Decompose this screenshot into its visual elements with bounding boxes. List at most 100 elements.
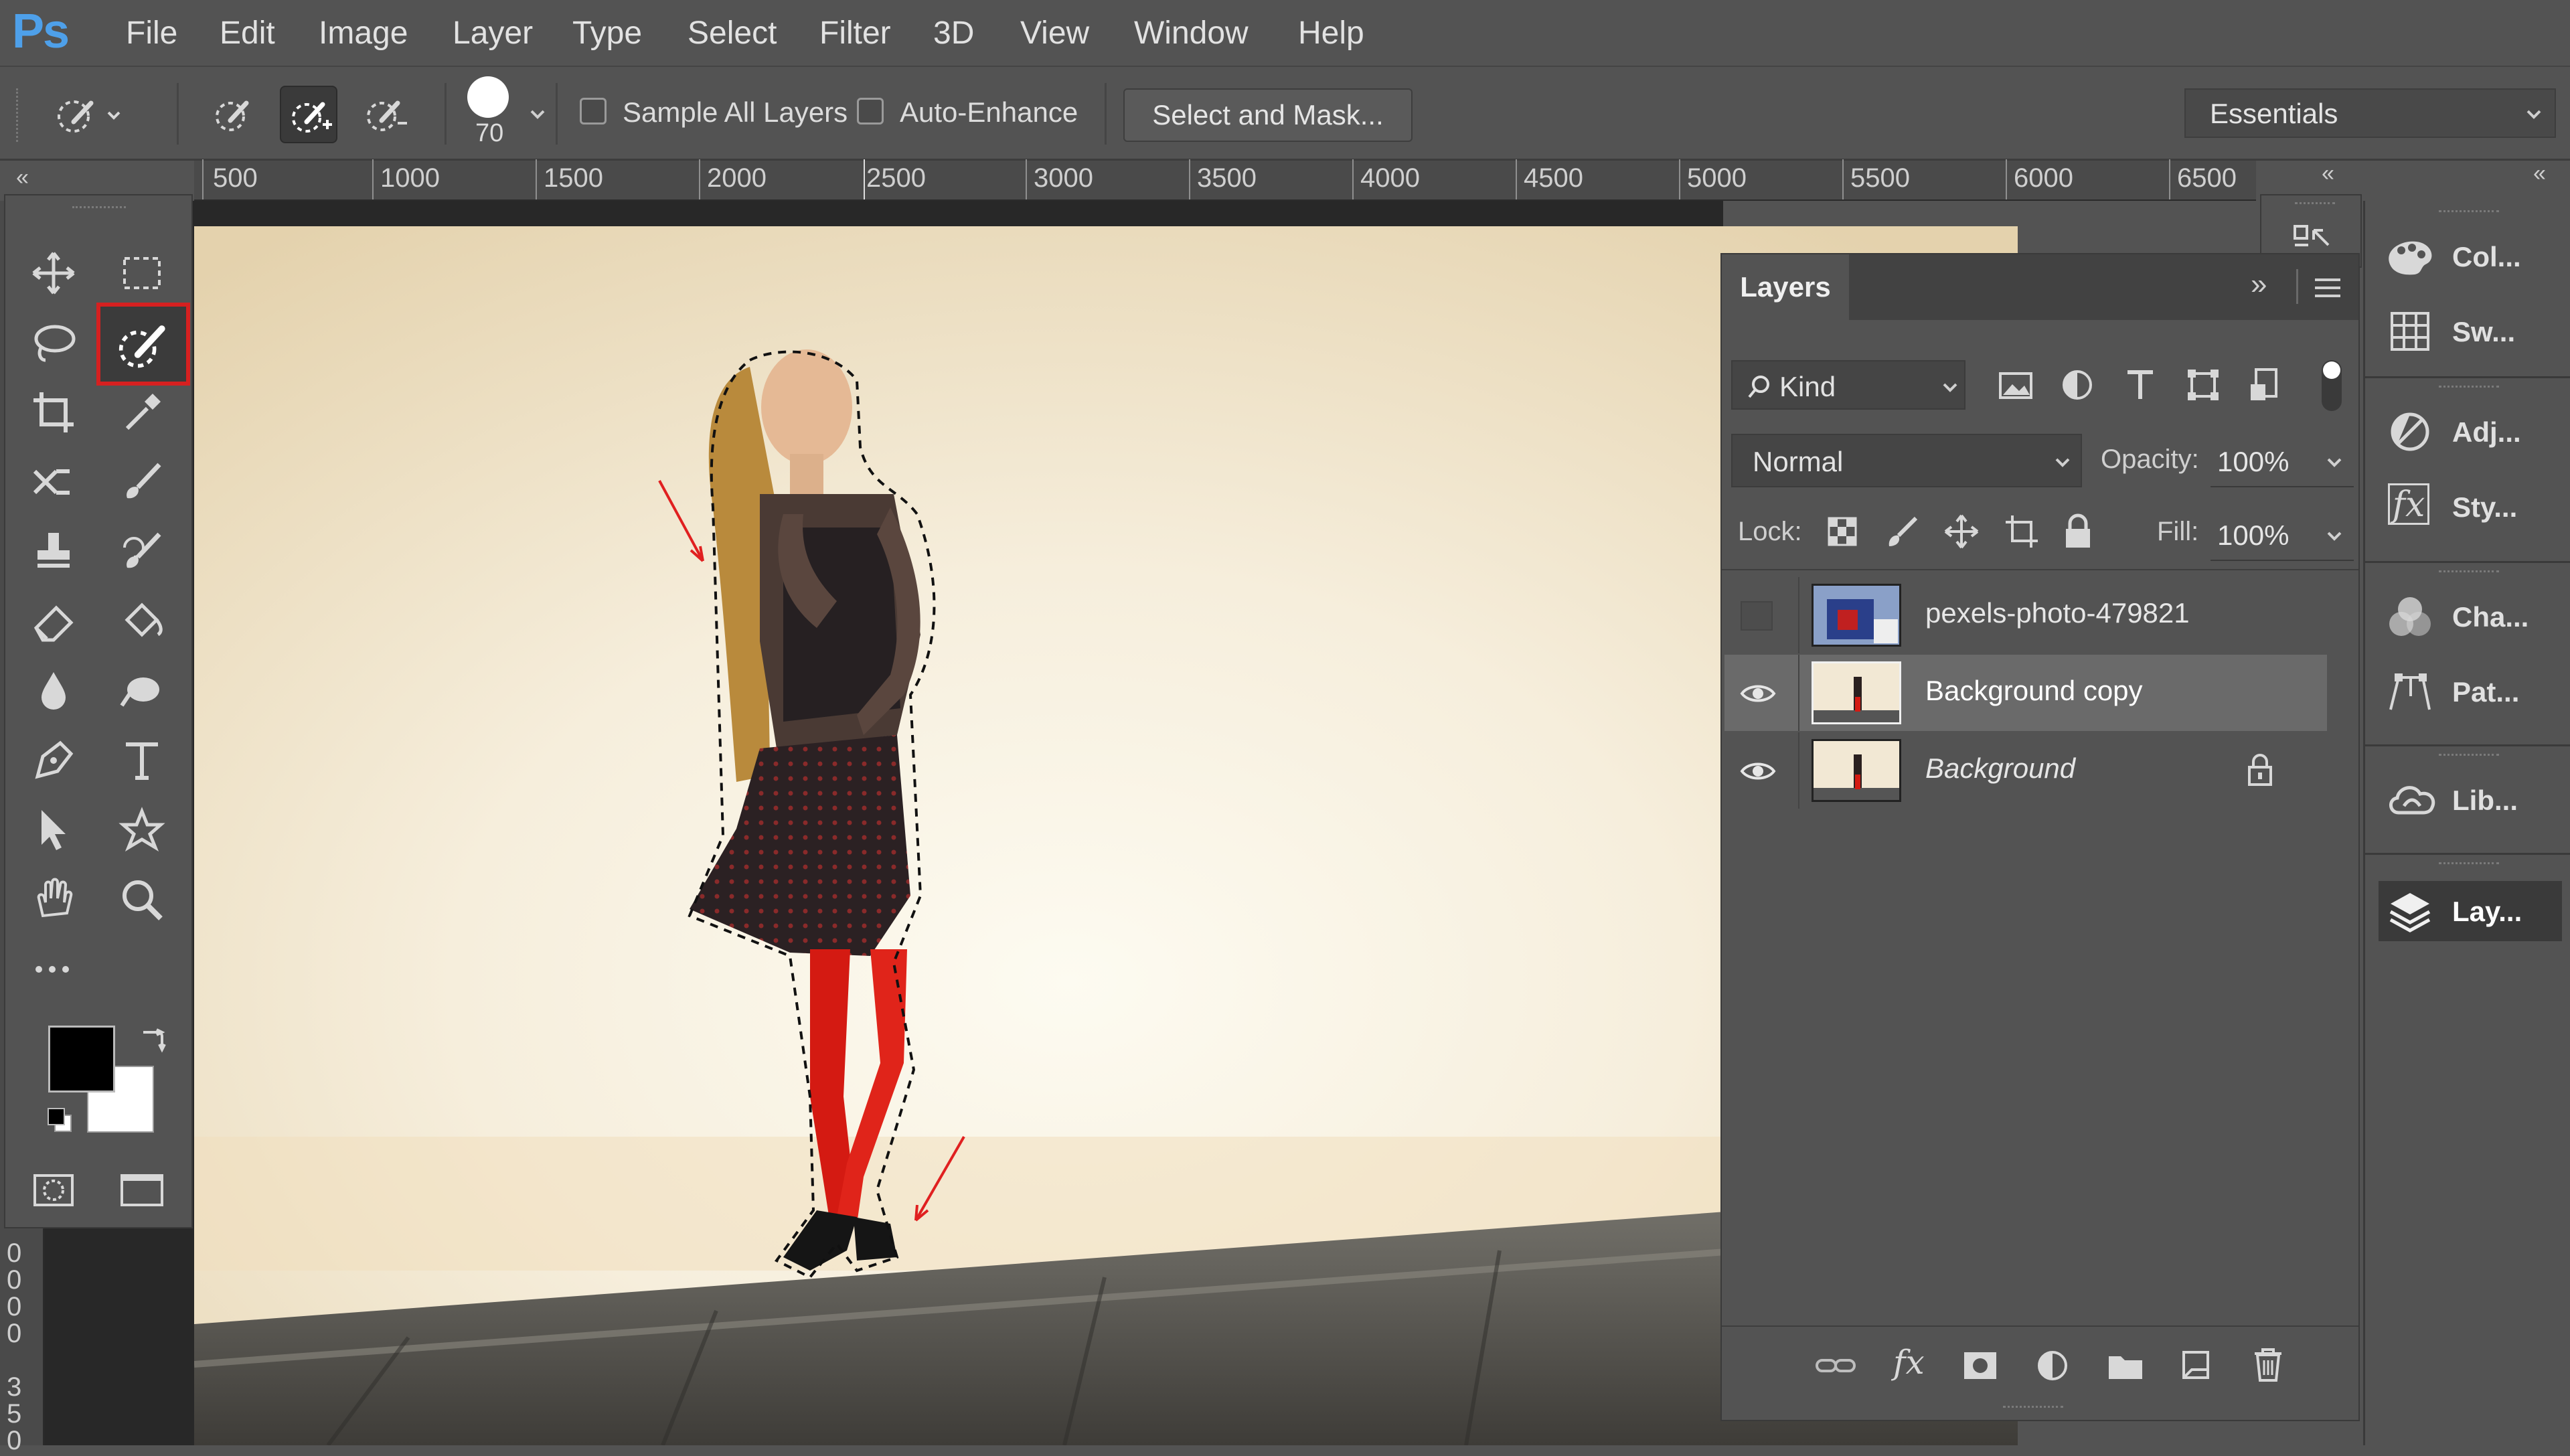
link-layers-icon[interactable] [1814,1352,1857,1379]
new-group-folder-icon[interactable] [2106,1348,2145,1383]
tool-content-aware-move[interactable] [19,451,88,513]
menu-file[interactable]: File [126,15,177,52]
swap-colors-icon[interactable] [137,1024,169,1056]
sample-all-layers-checkbox[interactable] [580,98,607,125]
dock-grip[interactable] [2439,210,2499,213]
tool-custom-shape[interactable] [107,799,177,861]
eye-icon[interactable] [1739,758,1777,785]
collapse-toolbar-icon[interactable]: « [16,165,29,191]
tool-move[interactable] [19,242,88,304]
select-and-mask-button[interactable]: Select and Mask... [1123,88,1413,142]
fill-field[interactable]: 100% [2211,507,2354,561]
tool-edit-toolbar[interactable] [19,939,88,1000]
tool-lasso[interactable] [19,312,88,374]
default-colors-icon[interactable] [46,1106,75,1135]
layer-row-pexels-photo[interactable]: pexels-photo-479821 [1724,577,2327,653]
collapse-dock-icon[interactable]: « [2533,161,2546,187]
opacity-field[interactable]: 100% [2211,434,2354,487]
tool-blur[interactable] [19,660,88,722]
foreground-color-swatch[interactable] [48,1026,115,1093]
tool-path-selection[interactable] [19,799,88,861]
brush-size-picker[interactable]: 70 [462,76,515,157]
filter-kind-dropdown[interactable]: Kind [1731,360,1965,410]
panel-resize-grip[interactable] [2003,1406,2063,1408]
tool-quick-selection[interactable] [96,303,190,386]
blend-mode-dropdown[interactable]: Normal [1731,434,2082,487]
tool-quick-mask[interactable] [19,1159,88,1221]
tool-dodge[interactable] [107,660,177,722]
tool-clone-stamp[interactable] [19,521,88,582]
auto-enhance-checkbox[interactable] [857,98,884,125]
tool-crop[interactable] [19,382,88,443]
filter-type-icon[interactable] [2122,367,2158,403]
options-grip[interactable] [16,88,19,142]
toolbar-grip[interactable] [72,206,126,209]
collapse-panels-icon[interactable]: « [2322,161,2334,187]
menu-layer[interactable]: Layer [453,15,533,52]
panel-styles[interactable]: fx Sty... [2385,477,2566,537]
tool-zoom[interactable] [107,869,177,931]
add-to-selection-button[interactable] [280,86,337,143]
filter-smart-object-icon[interactable] [2248,367,2284,403]
tool-rectangular-marquee[interactable] [107,242,177,304]
dock-grip[interactable] [2439,386,2499,388]
panel-color[interactable]: Col... [2385,226,2566,287]
tool-hand[interactable] [19,869,88,931]
new-selection-button[interactable] [205,86,262,143]
menu-edit[interactable]: Edit [220,15,275,52]
menu-help[interactable]: Help [1298,15,1364,52]
visibility-toggle-off[interactable] [1741,601,1773,631]
dock-grip[interactable] [2439,862,2499,865]
menu-view[interactable]: View [1020,15,1089,52]
horizontal-ruler[interactable]: 500 1000 1500 2000 2500 3000 3500 4000 4… [194,159,2256,201]
subtract-from-selection-button[interactable] [356,86,414,143]
lock-position-icon[interactable] [1943,513,1980,550]
panel-grip[interactable] [2295,202,2335,205]
tool-preset-picker[interactable] [47,86,121,143]
lock-artboard-icon[interactable] [2003,513,2040,550]
tool-pen[interactable] [19,730,88,791]
filter-adjustment-icon[interactable] [2059,367,2095,403]
menu-select[interactable]: Select [688,15,777,52]
new-adjustment-layer-icon[interactable] [2035,1348,2070,1383]
panel-adjustments[interactable]: Adj... [2385,402,2566,462]
menu-image[interactable]: Image [319,15,408,52]
panel-swatches[interactable]: Sw... [2385,301,2566,361]
panel-paths[interactable]: Pat... [2385,661,2566,722]
panel-layers-active[interactable]: Lay... [2379,881,2562,941]
menu-filter[interactable]: Filter [819,15,891,52]
tool-paint-bucket[interactable] [107,590,177,652]
filter-shape-icon[interactable] [2185,367,2221,403]
arrange-icon[interactable] [2291,222,2334,254]
panel-menu-icon[interactable] [2311,274,2344,301]
tool-eraser[interactable] [19,590,88,652]
tool-type[interactable] [107,730,177,791]
workspace-switcher[interactable]: Essentials [2184,88,2556,138]
dock-grip[interactable] [2439,570,2499,573]
menu-type[interactable]: Type [572,15,642,52]
delete-layer-trash-icon[interactable] [2251,1346,2285,1383]
tool-brush[interactable] [107,451,177,513]
menu-window[interactable]: Window [1134,15,1249,52]
chevron-down-icon[interactable] [528,104,548,125]
panel-libraries[interactable]: Lib... [2385,770,2566,830]
lock-transparent-pixels-icon[interactable] [1825,514,1860,549]
tool-history-brush[interactable] [107,521,177,582]
menu-3d[interactable]: 3D [933,15,974,52]
tool-screen-mode[interactable] [107,1159,177,1221]
eye-icon[interactable] [1739,680,1777,707]
panel-channels[interactable]: Cha... [2385,586,2566,647]
dock-grip[interactable] [2439,754,2499,756]
lock-all-icon[interactable] [2061,513,2095,550]
new-layer-icon[interactable] [2178,1347,2213,1383]
filter-pixel-icon[interactable] [1998,368,2034,403]
layer-row-background[interactable]: Background [1724,732,2327,809]
tool-eyedropper[interactable] [107,382,177,443]
layer-row-background-copy[interactable]: Background copy [1724,655,2327,731]
tab-layers[interactable]: Layers [1722,254,1849,320]
lock-image-pixels-icon[interactable] [1885,514,1920,549]
expand-panel-icon[interactable]: » [2251,268,2267,301]
layer-style-icon[interactable]: fx [1893,1343,1925,1382]
filter-toggle[interactable] [2322,360,2342,411]
add-mask-icon[interactable] [1961,1350,1999,1382]
